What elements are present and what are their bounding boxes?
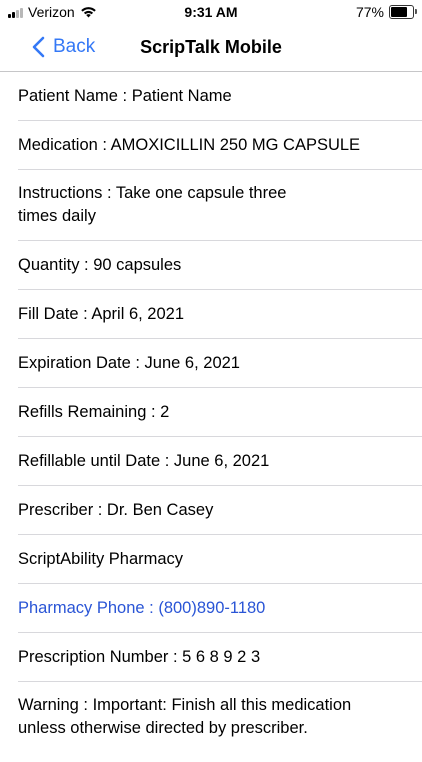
prescription-number-text: Prescription Number : 5 6 8 9 2 3	[18, 647, 261, 666]
pharmacy-phone-link[interactable]: Pharmacy Phone : (800)890-1180	[18, 584, 422, 633]
medication-text: Medication : AMOXICILLIN 250 MG CAPSULE	[18, 135, 361, 154]
battery-cap	[415, 9, 417, 14]
refillable-until-row: Refillable until Date : June 6, 2021	[18, 437, 422, 486]
page-title: ScripTalk Mobile	[140, 37, 282, 57]
quantity-row: Quantity : 90 capsules	[18, 241, 422, 290]
instructions-row: Instructions : Take one capsule three ti…	[18, 170, 422, 241]
fill-date-row: Fill Date : April 6, 2021	[18, 290, 422, 339]
pharmacy-phone-text: Pharmacy Phone : (800)890-1180	[18, 598, 266, 617]
navigation-bar: Back ScripTalk Mobile	[0, 24, 422, 72]
status-bar: Verizon 9:31 AM 77%	[0, 0, 422, 24]
refills-remaining-text: Refills Remaining : 2	[18, 402, 170, 421]
warning-line-2: unless otherwise directed by prescriber.	[18, 719, 308, 737]
pharmacy-row: ScriptAbility Pharmacy	[18, 535, 422, 584]
battery-percent: 77%	[355, 4, 384, 20]
warning-row: Warning : Important: Finish all this med…	[18, 682, 422, 762]
expiration-date-row: Expiration Date : June 6, 2021	[18, 339, 422, 388]
quantity-text: Quantity : 90 capsules	[18, 255, 182, 274]
pharmacy-text: ScriptAbility Pharmacy	[18, 549, 184, 568]
fill-date-text: Fill Date : April 6, 2021	[18, 304, 184, 323]
medication-row: Medication : AMOXICILLIN 250 MG CAPSULE	[18, 121, 422, 170]
patient-name-row: Patient Name : Patient Name	[18, 72, 422, 121]
prescription-number-row: Prescription Number : 5 6 8 9 2 3	[18, 633, 422, 682]
prescriber-row: Prescriber : Dr. Ben Casey	[18, 486, 422, 535]
refills-remaining-row: Refills Remaining : 2	[18, 388, 422, 437]
status-right: 77%	[355, 4, 417, 20]
battery-icon	[389, 5, 417, 19]
prescription-details-list: Patient Name : Patient Name Medication :…	[0, 72, 422, 762]
battery-fill	[391, 7, 408, 17]
patient-name-text: Patient Name : Patient Name	[18, 86, 232, 105]
instructions-line-2: times daily	[18, 207, 96, 225]
prescriber-text: Prescriber : Dr. Ben Casey	[18, 500, 214, 519]
warning-line-1: Warning : Important: Finish all this med…	[18, 696, 352, 714]
instructions-line-1: Instructions : Take one capsule three	[18, 184, 287, 202]
expiration-date-text: Expiration Date : June 6, 2021	[18, 353, 240, 372]
refillable-until-text: Refillable until Date : June 6, 2021	[18, 451, 270, 470]
